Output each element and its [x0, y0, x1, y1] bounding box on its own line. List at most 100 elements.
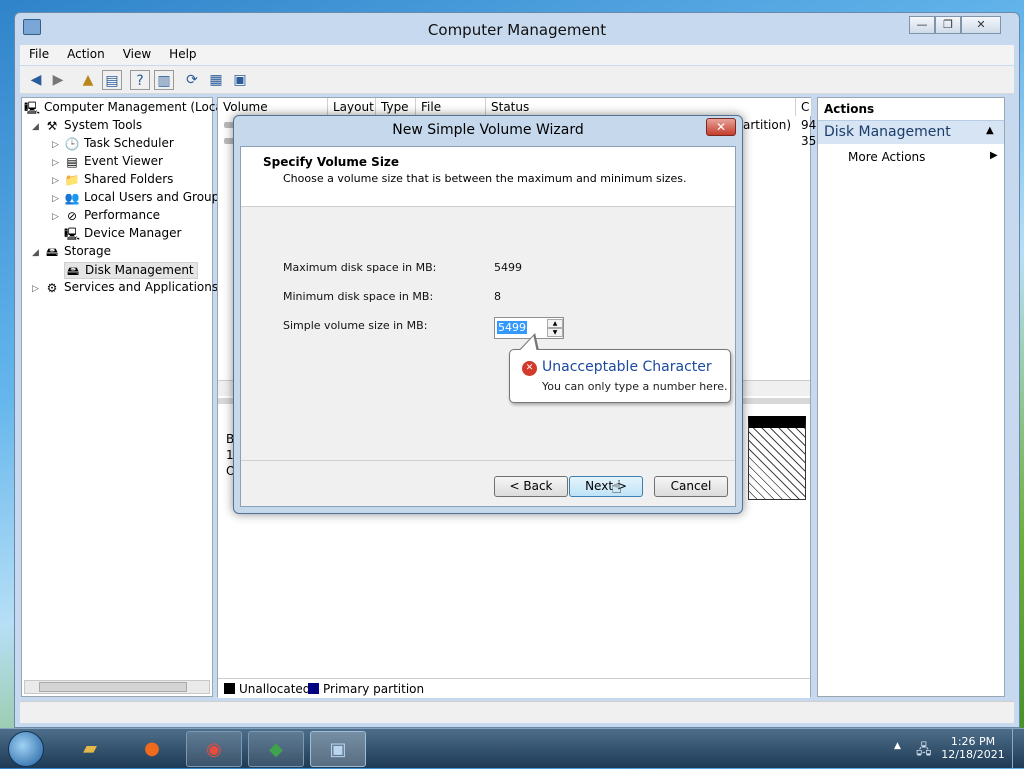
column-capacity[interactable]: C	[796, 98, 812, 116]
properties-icon[interactable]: ▦	[206, 70, 226, 90]
tree-item-storage[interactable]: ◢ 🖴 Storage	[32, 244, 111, 259]
show-hide-action-pane-icon[interactable]: ▥	[154, 70, 174, 90]
expanded-arrow-icon[interactable]: ◢	[32, 122, 44, 132]
tree-label: Task Scheduler	[84, 136, 174, 150]
volume-size-label: Simple volume size in MB:	[283, 319, 428, 332]
dialog-close-button[interactable]: ✕	[706, 118, 736, 136]
file-explorer-taskbar-icon[interactable]: ▰	[62, 731, 118, 767]
collapsed-arrow-icon[interactable]: ▷	[52, 194, 64, 204]
users-icon: 👥	[64, 190, 80, 205]
submenu-arrow-icon[interactable]: ▶	[990, 150, 998, 161]
show-hide-tree-icon[interactable]: ▤	[102, 70, 122, 90]
show-hidden-icons-icon[interactable]: ▲	[894, 741, 901, 751]
firefox-taskbar-icon[interactable]: ●	[124, 731, 180, 767]
column-file-system[interactable]: File System	[416, 98, 486, 132]
tree-label: Performance	[84, 208, 161, 222]
tree-label: Storage	[64, 244, 111, 258]
column-layout[interactable]: Layout	[328, 98, 376, 116]
help-icon[interactable]: ?	[130, 70, 150, 90]
row1-status-text: artition)	[743, 118, 791, 132]
collapsed-arrow-icon[interactable]: ▷	[32, 284, 44, 294]
tree-item-performance[interactable]: ▷ ⊘ Performance	[52, 208, 160, 223]
menu-action[interactable]: Action	[58, 45, 114, 61]
tree-item-disk-management[interactable]: 🖴 Disk Management	[64, 262, 198, 279]
back-button[interactable]: < Back	[494, 476, 568, 497]
maximize-button[interactable]: ❐	[935, 16, 961, 34]
window-title: Computer Management	[427, 21, 607, 39]
collapsed-arrow-icon[interactable]: ▷	[52, 176, 64, 186]
network-icon[interactable]: 🖧	[916, 739, 932, 763]
min-space-label: Minimum disk space in MB:	[283, 290, 434, 303]
collapsed-arrow-icon[interactable]: ▷	[52, 212, 64, 222]
clock[interactable]: 1:26 PM 12/18/2021	[940, 735, 1006, 761]
section-title: Disk Management	[824, 124, 951, 140]
forward-arrow-icon[interactable]: ▶	[48, 70, 68, 90]
cancel-button[interactable]: Cancel	[654, 476, 728, 497]
tree-label: Services and Applications	[64, 280, 219, 294]
column-type[interactable]: Type	[376, 98, 416, 116]
services-icon: ⚙	[46, 280, 58, 295]
menu-help[interactable]: Help	[160, 45, 205, 61]
export-list-icon[interactable]: ▣	[230, 70, 250, 90]
collapse-arrow-icon[interactable]: ▲	[986, 125, 994, 136]
refresh-icon[interactable]: ⟳	[182, 70, 202, 90]
start-button[interactable]	[8, 731, 44, 767]
tree-item-system-tools[interactable]: ◢ ⚒ System Tools	[32, 118, 142, 133]
download-manager-taskbar-icon[interactable]: ◆	[248, 731, 304, 767]
chrome-taskbar-icon[interactable]: ◉	[186, 731, 242, 767]
tree-item-root[interactable]: 🖳 Computer Management (Local	[24, 100, 226, 115]
new-simple-volume-wizard-dialog: New Simple Volume Wizard ✕ Specify Volum…	[233, 115, 743, 514]
tree-item-task-scheduler[interactable]: ▷ 🕒 Task Scheduler	[52, 136, 174, 151]
more-actions-link[interactable]: More Actions	[848, 150, 925, 164]
spin-up-icon[interactable]: ▲	[547, 319, 563, 328]
tree-item-services[interactable]: ▷ ⚙ Services and Applications	[32, 280, 218, 295]
computer-management-taskbar-icon[interactable]: ▣	[310, 731, 366, 767]
computer-icon: 🖳	[24, 100, 41, 115]
collapsed-arrow-icon[interactable]: ▷	[52, 140, 64, 150]
wizard-subheading: Choose a volume size that is between the…	[283, 172, 687, 185]
up-folder-icon[interactable]: ▲	[78, 70, 98, 90]
status-bar	[20, 701, 1014, 723]
dialog-title: New Simple Volume Wizard	[392, 122, 584, 138]
menu-view[interactable]: View	[114, 45, 160, 61]
tree-label: Event Viewer	[84, 154, 163, 168]
max-space-label: Maximum disk space in MB:	[283, 261, 437, 274]
legend-bar: Unallocated Primary partition	[218, 678, 810, 698]
shared-folder-icon: 📁	[64, 172, 80, 187]
tree-item-event-viewer[interactable]: ▷ ▤ Event Viewer	[52, 154, 163, 169]
show-desktop-button[interactable]	[1012, 729, 1024, 769]
next-button[interactable]: Next >	[569, 476, 643, 497]
back-arrow-icon[interactable]: ◀	[26, 70, 46, 90]
clock-icon: 🕒	[64, 136, 80, 151]
error-tooltip: ✕ Unacceptable Character You can only ty…	[509, 349, 731, 403]
taskbar: ▰ ● ◉ ◆ ▣ ▲ 🖧 1:26 PM 12/18/2021	[0, 728, 1024, 769]
volume-size-input[interactable]: 5499	[497, 321, 527, 334]
column-volume[interactable]: Volume	[218, 98, 328, 116]
menu-bar: File Action View Help	[20, 45, 1014, 65]
close-button[interactable]: ✕	[961, 16, 1001, 34]
menu-file[interactable]: File	[20, 45, 58, 61]
tree-horizontal-scrollbar[interactable]	[24, 680, 210, 694]
wizard-heading: Specify Volume Size	[263, 155, 400, 169]
tree-item-device-manager[interactable]: 🖳 Device Manager	[64, 226, 181, 241]
primary-partition-swatch	[308, 683, 319, 694]
unallocated-swatch	[224, 683, 235, 694]
tree-item-local-users[interactable]: ▷ 👥 Local Users and Groups	[52, 190, 226, 205]
wizard-header: Specify Volume Size Choose a volume size…	[241, 147, 735, 207]
toolbar: ◀ ▶ ▲ ▤ ? ▥ ⟳ ▦ ▣	[20, 66, 1014, 94]
column-status[interactable]: Status	[486, 98, 796, 116]
event-viewer-icon: ▤	[66, 154, 78, 169]
performance-icon: ⊘	[66, 208, 78, 223]
spin-down-icon[interactable]: ▼	[547, 328, 563, 337]
expanded-arrow-icon[interactable]: ◢	[32, 248, 44, 258]
tooltip-message: You can only type a number here.	[542, 380, 728, 393]
tree-item-shared-folders[interactable]: ▷ 📁 Shared Folders	[52, 172, 173, 187]
legend-unallocated: Unallocated	[239, 682, 311, 696]
title-bar[interactable]: Computer Management — ❐ ✕	[15, 13, 1019, 45]
disk-management-section[interactable]: Disk Management ▲	[818, 120, 1004, 144]
scrollbar-thumb[interactable]	[39, 682, 187, 692]
minimize-button[interactable]: —	[909, 16, 935, 34]
unallocated-disk-region[interactable]	[748, 416, 806, 500]
row2-capacity-text: 35	[801, 134, 817, 148]
collapsed-arrow-icon[interactable]: ▷	[52, 158, 64, 168]
